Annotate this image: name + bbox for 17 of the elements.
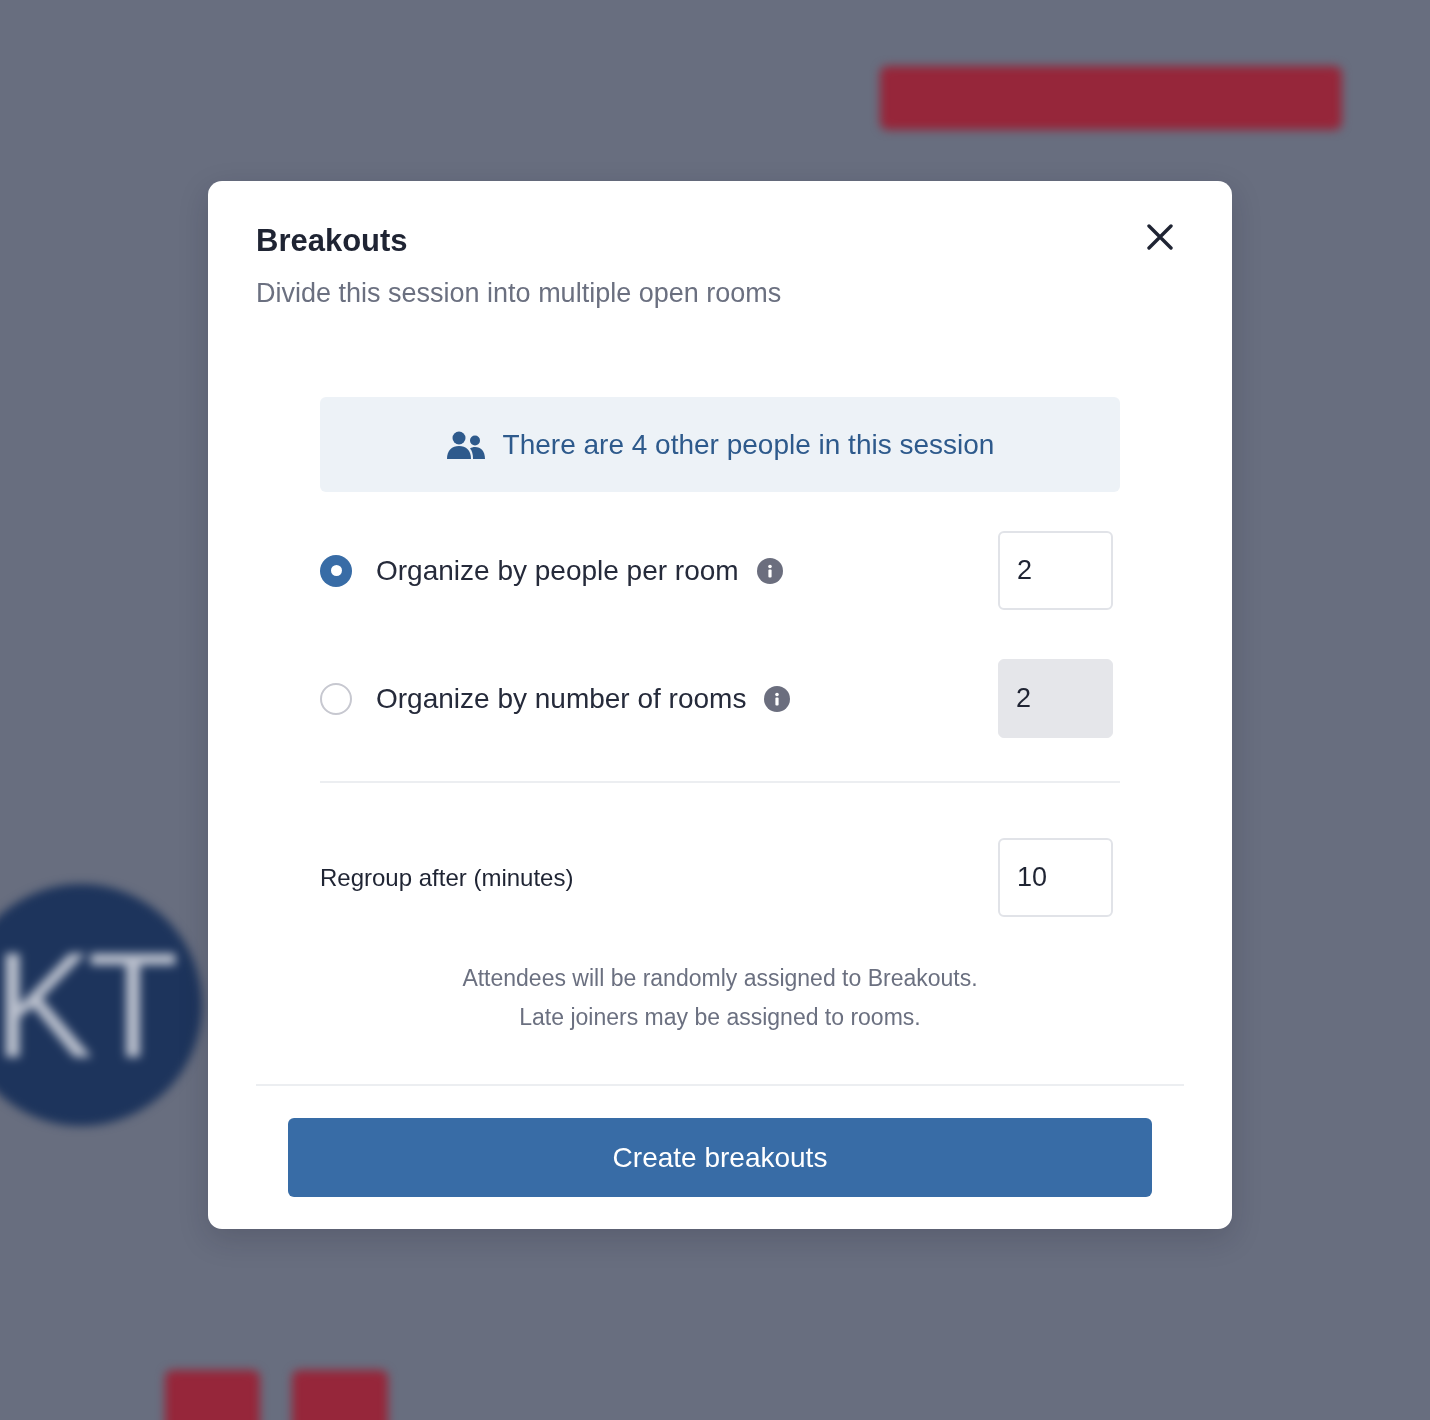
info-icon[interactable] [756, 557, 783, 584]
create-breakouts-button[interactable]: Create breakouts [288, 1118, 1152, 1197]
regroup-label: Regroup after (minutes) [320, 863, 574, 892]
number-field[interactable]: 10 [998, 838, 1113, 917]
dialog-subtitle: Divide this session into multiple open rooms [256, 277, 782, 310]
option-label[interactable]: Organize by number of rooms [376, 682, 747, 715]
close-icon [1147, 224, 1173, 250]
banner-text: There are 4 other people in this session [502, 428, 995, 461]
people-icon [445, 430, 486, 459]
info-icon[interactable] [764, 685, 791, 712]
avatar: KT [0, 884, 202, 1126]
option-label[interactable]: Organize by people per room [376, 554, 739, 587]
assignment-note: Attendees will be randomly assigned to Breakouts. Late joiners may be assigned to rooms. [461, 964, 979, 1032]
dialog-title: Breakouts [256, 222, 408, 260]
radio-button[interactable] [320, 554, 352, 587]
radio-button[interactable] [320, 682, 352, 715]
number-field[interactable]: 2 [998, 531, 1113, 610]
